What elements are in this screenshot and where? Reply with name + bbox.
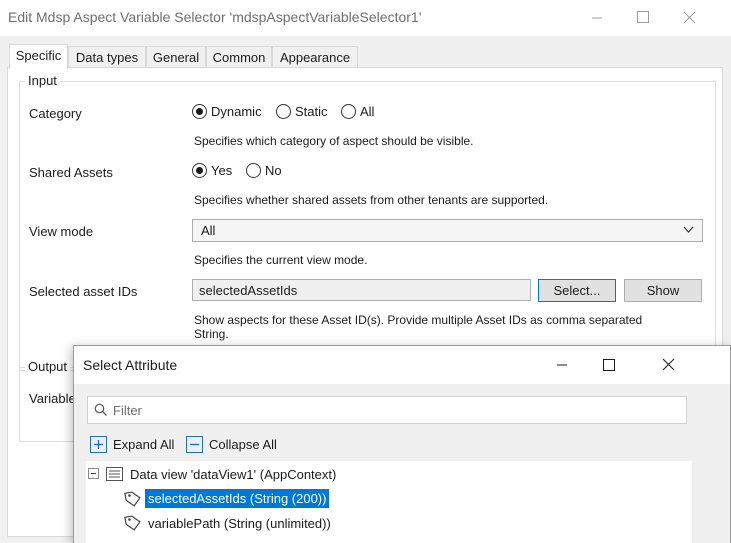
description-line: Show aspects for these Asset ID(s). Prov… xyxy=(194,313,643,327)
category-dynamic-radio[interactable]: Dynamic xyxy=(192,104,262,119)
tree-item-label: variablePath (String (unlimited)) xyxy=(148,515,331,531)
minimize-icon xyxy=(557,364,567,366)
show-button[interactable]: Show xyxy=(624,279,702,302)
close-icon xyxy=(683,11,696,24)
select-button[interactable]: Select... xyxy=(538,279,616,302)
view-mode-description: Specifies the current view mode. xyxy=(194,253,368,267)
variable-label: Variable xyxy=(29,391,76,406)
expand-all-label: Expand All xyxy=(113,437,175,452)
view-mode-label: View mode xyxy=(29,224,94,239)
radio-checked-icon xyxy=(192,104,207,119)
selected-asset-ids-description: Show aspects for these Asset ID(s). Prov… xyxy=(194,313,642,341)
attribute-tag-icon xyxy=(124,490,141,507)
category-label: Category xyxy=(29,106,82,121)
description-line: String. xyxy=(194,327,229,341)
selected-asset-ids-field[interactable]: selectedAssetIds xyxy=(192,279,531,301)
select-attribute-dialog: Select Attribute Filter Expand All Colla… xyxy=(73,345,731,543)
tree-item-label: selectedAssetIds (String (200)) xyxy=(145,489,330,508)
output-group-legend: Output xyxy=(25,359,71,374)
collapse-all-label: Collapse All xyxy=(209,437,277,452)
popup-title: Select Attribute xyxy=(83,357,178,373)
tree-collapse-toggle-icon[interactable] xyxy=(88,468,100,480)
shared-assets-no-radio[interactable]: No xyxy=(246,163,282,178)
maximize-button[interactable] xyxy=(620,0,666,36)
shared-assets-description: Specifies whether shared assets from oth… xyxy=(194,193,549,207)
radio-label: All xyxy=(360,104,375,119)
filter-placeholder: Filter xyxy=(113,403,142,418)
tab-general[interactable]: General xyxy=(146,46,206,68)
collapse-all-button[interactable]: Collapse All xyxy=(186,436,277,453)
attribute-tree: Data view 'dataView1' (AppContext) selec… xyxy=(86,461,692,543)
shared-assets-label: Shared Assets xyxy=(29,165,113,180)
category-all-radio[interactable]: All xyxy=(341,104,374,119)
maximize-icon xyxy=(603,359,615,371)
close-button[interactable] xyxy=(666,0,712,36)
tree-root-row[interactable]: Data view 'dataView1' (AppContext) xyxy=(88,466,336,482)
view-mode-dropdown[interactable]: All xyxy=(192,219,703,242)
data-view-icon xyxy=(106,467,123,481)
expand-all-button[interactable]: Expand All xyxy=(90,436,174,453)
radio-label: Dynamic xyxy=(211,104,262,119)
expand-icon xyxy=(90,436,107,453)
view-mode-value: All xyxy=(201,223,216,238)
popup-maximize-button[interactable] xyxy=(585,346,631,384)
radio-label: No xyxy=(265,163,282,178)
tab-strip: Specific Data types General Common Appea… xyxy=(0,44,731,69)
attribute-tag-icon xyxy=(124,515,141,531)
radio-checked-icon xyxy=(192,163,207,178)
filter-input[interactable]: Filter xyxy=(87,396,687,424)
category-static-radio[interactable]: Static xyxy=(276,104,328,119)
radio-label: Static xyxy=(295,104,328,119)
popup-close-button[interactable] xyxy=(645,346,691,384)
popup-minimize-button[interactable] xyxy=(539,346,585,384)
title-bar: Edit Mdsp Aspect Variable Selector 'mdsp… xyxy=(0,0,731,36)
tab-data-types[interactable]: Data types xyxy=(68,46,146,68)
collapse-icon xyxy=(186,436,203,453)
radio-unchecked-icon xyxy=(246,163,261,178)
popup-body: Filter Expand All Collapse All Data view… xyxy=(74,384,730,543)
maximize-icon xyxy=(637,11,649,23)
minimize-button[interactable] xyxy=(574,0,620,36)
radio-label: Yes xyxy=(211,163,233,178)
search-icon xyxy=(94,403,107,416)
tab-appearance[interactable]: Appearance xyxy=(272,46,358,68)
shared-assets-yes-radio[interactable]: Yes xyxy=(192,163,232,178)
window-title: Edit Mdsp Aspect Variable Selector 'mdsp… xyxy=(8,9,422,25)
selected-asset-ids-label: Selected asset IDs xyxy=(29,284,138,299)
radio-unchecked-icon xyxy=(341,104,356,119)
close-icon xyxy=(662,358,675,371)
input-group-legend: Input xyxy=(25,73,60,88)
minimize-icon xyxy=(592,17,602,19)
tab-common[interactable]: Common xyxy=(206,46,272,68)
tree-root-label: Data view 'dataView1' (AppContext) xyxy=(130,466,337,482)
radio-unchecked-icon xyxy=(276,104,291,119)
tree-item-selected-asset-ids[interactable]: selectedAssetIds (String (200)) xyxy=(124,489,330,508)
chevron-down-icon xyxy=(683,226,694,233)
tab-specific[interactable]: Specific xyxy=(9,44,68,69)
tree-item-variable-path[interactable]: variablePath (String (unlimited)) xyxy=(124,514,331,532)
category-description: Specifies which category of aspect shoul… xyxy=(194,134,474,148)
